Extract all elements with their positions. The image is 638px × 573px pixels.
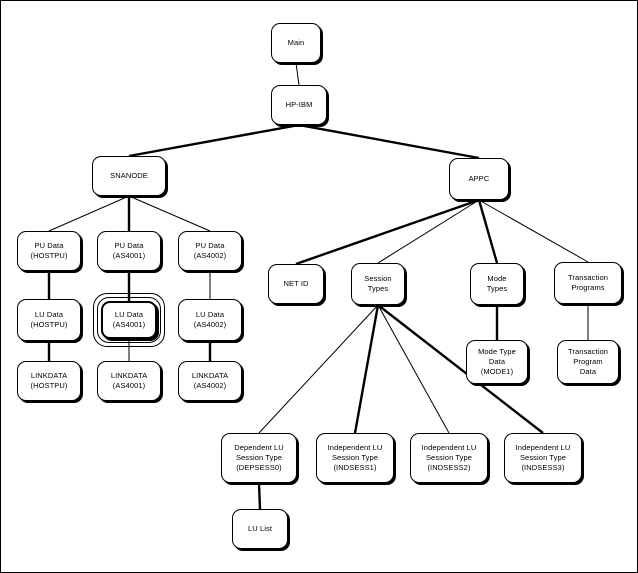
tree-node-ind_sess1[interactable]: Independent LU Session Type (INDSESS1) (316, 433, 394, 483)
edge-hp_ibm-to-snanode (128, 123, 300, 158)
tree-node-label: Dependent LU Session Type (DEPSESS0) (234, 443, 284, 472)
tree-node-lu_data_as4001[interactable]: LU Data (AS4001) (101, 301, 157, 339)
tree-node-label: LINKDATA (HOSTPU) (30, 371, 68, 390)
edge-session_types-to-ind_sess2 (377, 304, 450, 434)
tree-node-main[interactable]: Main (271, 23, 321, 63)
edge-session_types-to-ind_sess1 (353, 304, 380, 434)
tree-node-label: PU Data (AS4001) (112, 241, 146, 260)
edge-appc-to-trans_programs (478, 199, 589, 263)
tree-node-ind_sess3[interactable]: Independent LU Session Type (INDSESS3) (504, 433, 582, 483)
tree-node-ind_sess2[interactable]: Independent LU Session Type (INDSESS2) (410, 433, 488, 483)
tree-node-label: APPC (468, 174, 490, 184)
tree-node-label: Independent LU Session Type (INDSESS3) (515, 443, 571, 472)
tree-node-label: LU Data (AS4002) (193, 310, 227, 329)
tree-node-label: Main (287, 38, 305, 48)
tree-node-label: LU List (247, 524, 273, 534)
tree-node-trans_programs[interactable]: Transaction Programs (554, 262, 622, 304)
edge-session_types-to-dep_sess0 (258, 304, 379, 434)
tree-node-net_id[interactable]: NET ID (268, 264, 324, 304)
diagram-canvas: Main HP-IBM SNANODE APPC PU Data (HOSTPU) PU … (0, 0, 638, 573)
tree-node-hp_ibm[interactable]: HP-IBM (271, 85, 327, 125)
edge-appc-to-net_id (295, 198, 480, 266)
tree-node-appc[interactable]: APPC (449, 158, 509, 200)
tree-node-pu_as4001[interactable]: PU Data (AS4001) (97, 231, 161, 271)
tree-node-label: Mode Type Data (MODE1) (478, 347, 516, 376)
tree-node-label: LINKDATA (AS4002) (191, 371, 229, 390)
tree-node-link_as4002[interactable]: LINKDATA (AS4002) (178, 361, 242, 401)
tree-node-label: PU Data (AS4002) (193, 241, 227, 260)
tree-node-link_as4001[interactable]: LINKDATA (AS4001) (97, 361, 161, 401)
tree-node-trans_prog_data[interactable]: Transaction Program Data (557, 340, 619, 384)
tree-node-mode_types[interactable]: Mode Types (470, 263, 524, 305)
tree-node-label: LINKDATA (AS4001) (110, 371, 148, 390)
tree-node-label: PU Data (HOSTPU) (30, 241, 68, 260)
tree-node-label: Transaction Program Data (567, 347, 608, 376)
edge-appc-to-session_types (377, 199, 480, 264)
tree-node-lu_list[interactable]: LU List (232, 509, 288, 549)
tree-node-link_hostpu[interactable]: LINKDATA (HOSTPU) (17, 361, 81, 401)
tree-node-label: Transaction Programs (567, 273, 608, 292)
tree-node-label: NET ID (283, 279, 309, 289)
tree-node-dep_sess0[interactable]: Dependent LU Session Type (DEPSESS0) (221, 433, 297, 483)
edge-snanode-to-pu_as4002 (128, 195, 211, 232)
tree-node-snanode[interactable]: SNANODE (92, 156, 166, 196)
tree-node-session_types[interactable]: Session Types (351, 263, 405, 305)
tree-node-label: HP-IBM (285, 100, 313, 110)
tree-node-mode_type_data[interactable]: Mode Type Data (MODE1) (466, 340, 528, 384)
edge-appc-to-mode_types (477, 199, 499, 264)
tree-node-label: Session Types (364, 274, 392, 293)
tree-node-label: Independent LU Session Type (INDSESS2) (421, 443, 477, 472)
edge-hp_ibm-to-appc (298, 123, 480, 160)
tree-node-lu_hostpu[interactable]: LU Data (HOSTPU) (17, 299, 81, 341)
tree-node-label: Independent LU Session Type (INDSESS1) (327, 443, 383, 472)
tree-node-label: LU Data (AS4001) (112, 310, 146, 329)
edge-snanode-to-pu_hostpu (48, 195, 130, 232)
tree-node-pu_hostpu[interactable]: PU Data (HOSTPU) (17, 231, 81, 271)
tree-node-label: LU Data (HOSTPU) (30, 310, 68, 329)
edge-dep_sess0-to-lu_list (257, 482, 262, 510)
tree-node-pu_as4002[interactable]: PU Data (AS4002) (178, 231, 242, 271)
tree-node-lu_as4002[interactable]: LU Data (AS4002) (178, 299, 242, 341)
edge-main-to-hp_ibm (295, 62, 300, 86)
tree-node-label: SNANODE (110, 171, 148, 181)
tree-node-label: Mode Types (486, 274, 508, 293)
